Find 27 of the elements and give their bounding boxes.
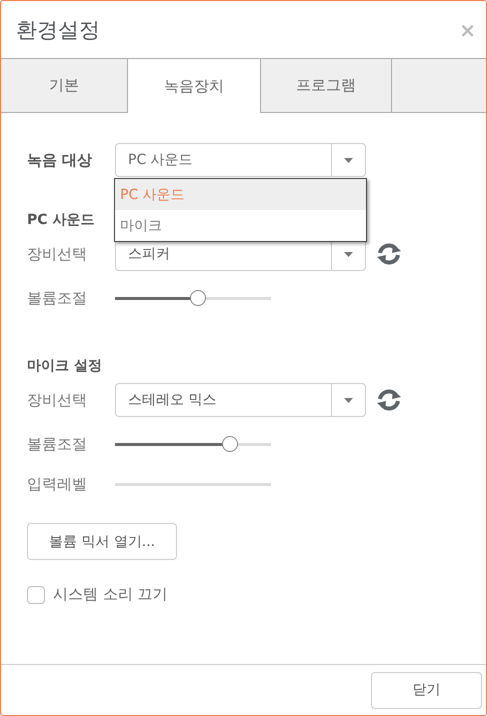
checkbox-label: 시스템 소리 끄기 — [53, 585, 168, 604]
caret-icon — [344, 252, 353, 256]
caret-icon — [344, 398, 353, 402]
slider-thumb[interactable] — [190, 290, 206, 306]
caret-icon — [344, 158, 353, 162]
section-heading: 마이크 설정 — [27, 357, 102, 375]
window-title: 환경설정 — [16, 16, 100, 44]
field-label: 장비선택 — [27, 390, 88, 410]
section-heading: PC 사운드 — [27, 211, 94, 229]
slider[interactable] — [115, 436, 271, 452]
field-label: 볼륨조절 — [27, 288, 88, 308]
slider-thumb[interactable] — [222, 436, 238, 452]
checkbox[interactable] — [27, 586, 45, 604]
tab[interactable]: 프로그램 — [261, 59, 392, 112]
field-label: 입력레벨 — [27, 474, 88, 494]
close-dialog-button[interactable]: 닫기 — [371, 672, 482, 708]
tab[interactable]: 녹음장치 — [128, 59, 261, 113]
dropdown[interactable]: 스테레오 믹스 — [115, 383, 366, 417]
dropdown[interactable]: PC 사운드 — [115, 143, 366, 177]
refresh-icon[interactable] — [376, 243, 402, 265]
mixer-button[interactable]: 볼륨 믹서 열기... — [27, 523, 177, 560]
field-label: 장비선택 — [27, 244, 88, 264]
tab[interactable]: 기본 — [1, 59, 128, 112]
field-label: 녹음 대상 — [27, 150, 94, 170]
slider[interactable] — [115, 290, 271, 306]
field-label: 볼륨조절 — [27, 434, 88, 454]
refresh-icon[interactable] — [376, 389, 402, 411]
